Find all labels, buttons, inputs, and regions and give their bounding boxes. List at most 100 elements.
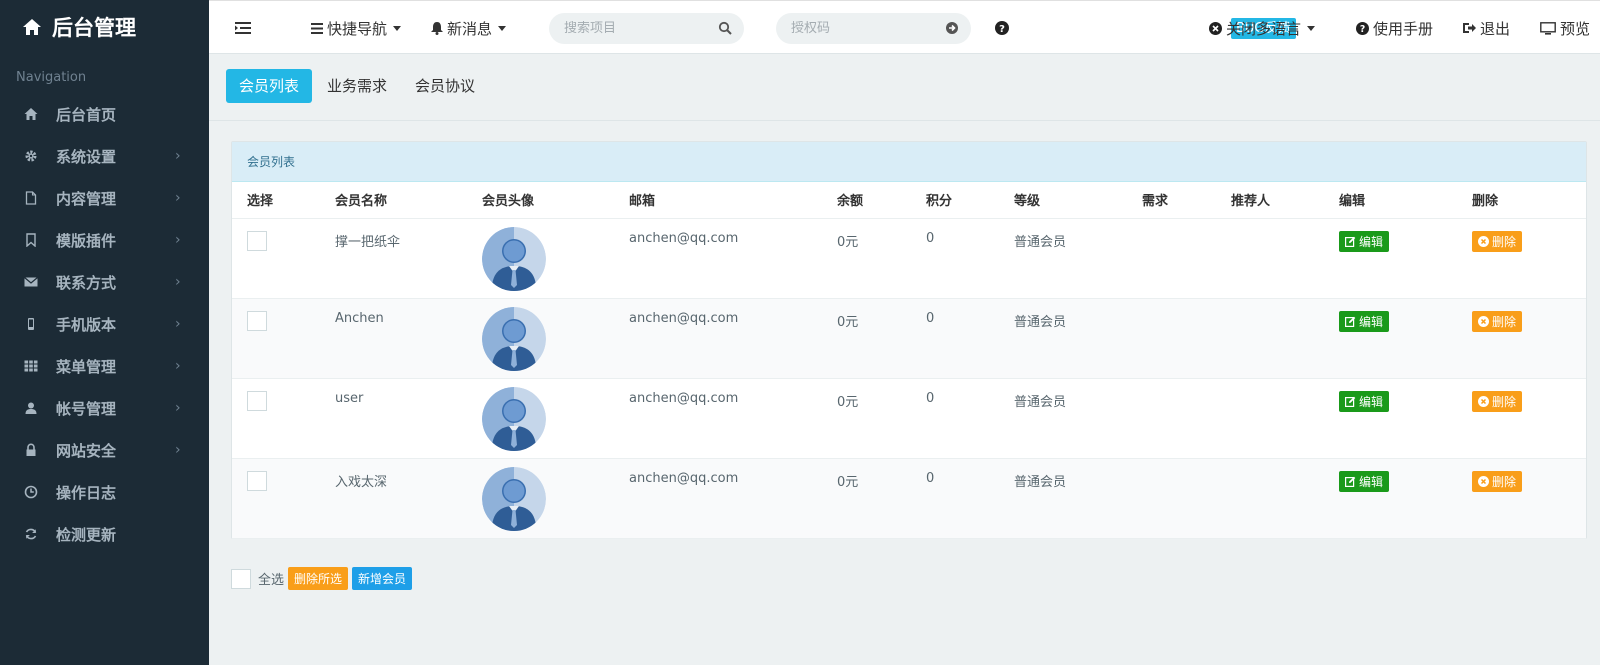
clock-icon — [24, 485, 38, 499]
svg-text:?: ? — [1360, 24, 1365, 35]
chevron-right-icon: › — [175, 442, 181, 458]
delete-button[interactable]: 删除 — [1472, 470, 1523, 492]
search-icon[interactable] — [718, 21, 732, 35]
edit-icon — [1345, 476, 1356, 487]
arrow-circle-right-icon[interactable] — [945, 21, 959, 35]
column-header: 会员头像 — [467, 182, 614, 219]
sidebar: 后台管理 Navigation 后台首页 系统设置 › 内容管理 › 模版插件 › 联系方式 ›… — [0, 0, 209, 665]
member-demand — [1127, 458, 1216, 539]
sidebar-item-4[interactable]: 联系方式 › — [0, 261, 209, 303]
chevron-right-icon: › — [175, 232, 181, 248]
sidebar-item-1[interactable]: 系统设置 › — [0, 135, 209, 177]
edit-label: 编辑 — [1359, 314, 1384, 329]
tab-member-list[interactable]: 会员列表 — [226, 69, 313, 103]
caret-down-icon — [1307, 25, 1316, 31]
envelope-icon — [24, 275, 38, 289]
sidebar-item-label: 内容管理 — [56, 189, 117, 208]
avatar — [482, 306, 546, 371]
member-level: 普通会员 — [999, 458, 1127, 539]
member-points: 0 — [911, 378, 999, 459]
sidebar-item-label: 后台首页 — [56, 105, 117, 124]
column-header: 余额 — [822, 182, 911, 219]
brand[interactable]: 后台管理 — [0, 0, 209, 54]
delete-label: 删除 — [1492, 474, 1517, 489]
panel-title: 会员列表 — [232, 142, 1586, 182]
member-balance: 0元 — [822, 298, 911, 379]
edit-label: 编辑 — [1359, 394, 1384, 409]
nav-list: 后台首页 系统设置 › 内容管理 › 模版插件 › 联系方式 › 手机版本 › 菜单管理 › 帐号管理 › 网… — [0, 93, 209, 555]
column-header: 删除 — [1457, 182, 1586, 219]
logout-label: 退出 — [1480, 19, 1511, 38]
edit-button[interactable]: 编辑 — [1339, 230, 1390, 252]
delete-selected-button[interactable]: 删除所选 — [288, 567, 349, 590]
add-member-button[interactable]: 新增会员 — [352, 567, 413, 590]
member-demand — [1127, 218, 1216, 299]
caret-down-icon — [498, 25, 507, 31]
monitor-icon — [1540, 21, 1556, 35]
delete-cell: 删除 — [1457, 298, 1586, 379]
chevron-right-icon: › — [175, 316, 181, 332]
delete-button[interactable]: 删除 — [1472, 310, 1523, 332]
sidebar-item-7[interactable]: 帐号管理 › — [0, 387, 209, 429]
delete-cell: 删除 — [1457, 218, 1586, 299]
column-header: 选择 — [232, 182, 320, 219]
search-input[interactable] — [564, 21, 714, 36]
logout-link[interactable]: 退出 — [1462, 1, 1510, 55]
table-row: 撑一把纸伞 anchen@qq.com 0元 0 普通会员 编辑 删除 — [232, 218, 1586, 299]
tab-member-agreement[interactable]: 会员协议 — [402, 69, 488, 103]
delete-label: 删除 — [1492, 394, 1517, 409]
member-points: 0 — [911, 298, 999, 379]
row-checkbox[interactable] — [247, 230, 267, 251]
sidebar-item-0[interactable]: 后台首页 — [0, 93, 209, 135]
sidebar-item-5[interactable]: 手机版本 › — [0, 303, 209, 345]
member-referrer — [1216, 298, 1324, 379]
bookmark-icon — [24, 233, 38, 247]
member-name: 入戏太深 — [320, 458, 467, 539]
sidebar-item-label: 系统设置 — [56, 147, 117, 166]
delete-cell: 删除 — [1457, 378, 1586, 459]
manual-link[interactable]: ? 使用手册 — [1356, 1, 1433, 55]
sidebar-item-label: 菜单管理 — [56, 357, 117, 376]
row-checkbox[interactable] — [247, 310, 267, 331]
sidebar-toggle-button[interactable] — [235, 1, 251, 55]
edit-button[interactable]: 编辑 — [1339, 310, 1390, 332]
edit-button[interactable]: 编辑 — [1339, 470, 1390, 492]
edit-icon — [1345, 236, 1356, 247]
question-circle-icon: ? — [1356, 21, 1369, 35]
times-circle-icon — [1478, 235, 1489, 247]
preview-link[interactable]: 预览 — [1540, 1, 1590, 55]
row-checkbox[interactable] — [247, 390, 267, 411]
quick-nav-dropdown[interactable]: 快捷导航 — [311, 1, 402, 55]
sidebar-item-8[interactable]: 网站安全 › — [0, 429, 209, 471]
sidebar-item-2[interactable]: 内容管理 › — [0, 177, 209, 219]
sidebar-item-9[interactable]: 操作日志 — [0, 471, 209, 513]
column-header: 编辑 — [1324, 182, 1457, 219]
help-button[interactable]: ? — [995, 1, 1009, 55]
language-dropdown[interactable]: 关闭多语言 — [1209, 1, 1316, 55]
member-level: 普通会员 — [999, 378, 1127, 459]
times-circle-icon — [1478, 475, 1489, 487]
edit-button[interactable]: 编辑 — [1339, 390, 1390, 412]
edit-cell: 编辑 — [1324, 218, 1457, 299]
member-points: 0 — [911, 458, 999, 539]
delete-button[interactable]: 删除 — [1472, 230, 1523, 252]
tab-bar: 会员列表 业务需求 会员协议 — [226, 69, 490, 103]
row-checkbox[interactable] — [247, 470, 267, 491]
tab-business-demand[interactable]: 业务需求 — [314, 69, 400, 103]
sidebar-item-10[interactable]: 检测更新 — [0, 513, 209, 555]
member-balance: 0元 — [822, 458, 911, 539]
delete-button[interactable]: 删除 — [1472, 390, 1523, 412]
select-all-checkbox[interactable] — [231, 568, 251, 589]
manual-label: 使用手册 — [1373, 19, 1434, 38]
sidebar-item-6[interactable]: 菜单管理 › — [0, 345, 209, 387]
auth-code-input[interactable] — [791, 21, 941, 36]
question-circle-icon: ? — [995, 21, 1009, 35]
avatar-cell — [467, 298, 614, 379]
search-box — [549, 13, 744, 44]
member-list-panel: 会员列表 选择 会员名称 会员头像 邮箱 余额 积分 等级 需求 推荐人 编辑 删除 撑一把纸伞 an… — [231, 141, 1587, 539]
messages-dropdown[interactable]: 新消息 — [431, 1, 507, 55]
preview-label: 预览 — [1560, 19, 1591, 38]
times-circle-icon — [1478, 315, 1489, 327]
column-header: 推荐人 — [1216, 182, 1324, 219]
sidebar-item-3[interactable]: 模版插件 › — [0, 219, 209, 261]
